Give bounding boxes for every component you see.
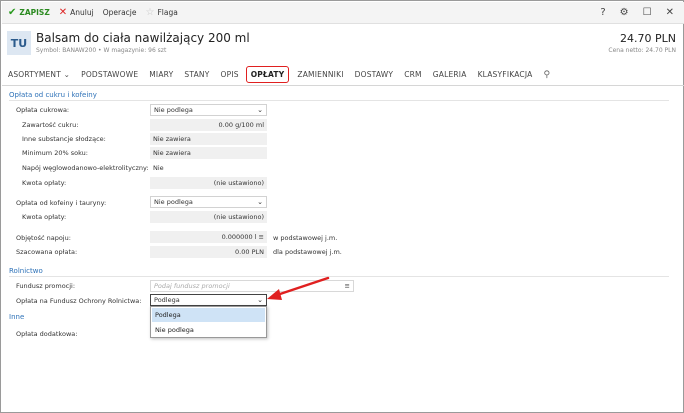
page-title: Balsam do ciała nawilżający 200 ml: [36, 31, 250, 45]
tab-miary[interactable]: MIARY: [149, 70, 173, 79]
fee-amount2-field[interactable]: (nie ustawiono): [150, 211, 267, 223]
fee-amount-field[interactable]: (nie ustawiono): [150, 177, 267, 189]
restore-icon[interactable]: ☐: [643, 7, 652, 18]
divider: [9, 100, 669, 101]
agri-fee-dropdown: Podlega Nie podlega: [150, 306, 267, 338]
cancel-label: Anuluj: [70, 8, 94, 17]
window-controls: ? ⚙ ☐ ✕: [600, 7, 674, 18]
save-button[interactable]: ✔ ZAPISZ: [8, 7, 50, 18]
red-arrow-annotation: [267, 276, 330, 300]
volume-unit: w podstawowej j.m.: [273, 234, 338, 242]
electrolyte-field[interactable]: Nie: [150, 162, 267, 174]
chevron-down-icon: ⌄: [257, 106, 263, 114]
window-frame: ✔ ZAPISZ ✕ Anuluj Operacje ☆ Flaga ? ⚙ ☐…: [0, 0, 684, 413]
promo-fund-label: Fundusz promocji:: [16, 282, 76, 290]
menu-icon[interactable]: ≡: [259, 233, 264, 241]
operations-label: Operacje: [102, 8, 137, 17]
price-net: Cena netto: 24.70 PLN: [608, 47, 676, 54]
section-sugar: Opłata od cukru i kofeiny: [9, 91, 97, 99]
chevron-down-icon: ⌄: [63, 70, 71, 79]
tab-asortyment[interactable]: ASORTYMENT ⌄: [8, 70, 70, 79]
sugar-content-field[interactable]: 0.00 g/100 ml: [150, 119, 267, 131]
close-icon[interactable]: ✕: [666, 7, 674, 18]
extra-fee-label: Opłata dodatkowa:: [16, 330, 78, 338]
dropdown-option-podlega[interactable]: Podlega: [152, 308, 265, 322]
section-other: Inne: [9, 313, 25, 321]
agri-fee-label: Opłata na Fundusz Ochrony Rolnictwa:: [16, 297, 142, 305]
estimated-fee-field[interactable]: 0.00 PLN: [150, 246, 267, 258]
save-label: ZAPISZ: [19, 8, 50, 17]
caffeine-fee-label: Opłata od kofeiny i tauryny:: [16, 199, 107, 207]
product-subtitle: Symbol: BANAW200 • W magazynie: 96 szt: [36, 47, 167, 54]
help-icon[interactable]: ?: [600, 7, 605, 18]
promo-fund-placeholder: Podaj fundusz promocji: [154, 282, 230, 290]
flag-label: Flaga: [157, 8, 178, 17]
flag-button[interactable]: ☆ Flaga: [146, 7, 178, 18]
section-agriculture: Rolnictwo: [9, 267, 43, 275]
tab-bar: ASORTYMENT ⌄ PODSTAWOWE MIARY STANY OPIS…: [2, 64, 684, 86]
operations-menu[interactable]: Operacje: [103, 8, 137, 17]
juice-label: Minimum 20% soku:: [22, 149, 88, 157]
electrolyte-label: Napój węglowodanowo-elektrolityczny:: [22, 164, 149, 172]
tab-dostawy[interactable]: DOSTAWY: [355, 70, 394, 79]
fee-amount-label: Kwota opłaty:: [22, 179, 67, 187]
tab-opis[interactable]: OPIS: [221, 70, 239, 79]
other-sweeteners-label: Inne substancje słodzące:: [22, 135, 106, 143]
toolbar: ✔ ZAPISZ ✕ Anuluj Operacje ☆ Flaga ? ⚙ ☐…: [2, 2, 684, 24]
dropdown-option-nie-podlega[interactable]: Nie podlega: [152, 323, 265, 337]
sugar-fee-label: Opłata cukrowa:: [16, 106, 70, 114]
star-icon: ☆: [145, 7, 155, 18]
avatar: TU: [7, 31, 31, 55]
volume-field[interactable]: 0.000000 l ≡: [150, 231, 267, 243]
tab-podstawowe[interactable]: PODSTAWOWE: [81, 70, 138, 79]
cancel-button[interactable]: ✕ Anuluj: [59, 7, 94, 18]
product-header: TU Balsam do ciała nawilżający 200 ml Sy…: [2, 25, 684, 63]
checkmark-icon: ✔: [8, 7, 17, 18]
estimated-unit: dla podstawowej j.m.: [273, 248, 342, 256]
caffeine-fee-select[interactable]: Nie podlega ⌄: [150, 196, 267, 208]
agri-fee-value: Podlega: [154, 296, 180, 304]
sugar-fee-value: Nie podlega: [154, 106, 193, 114]
menu-icon[interactable]: ≡: [345, 282, 350, 290]
divider: [9, 276, 669, 277]
chevron-down-icon: ⌄: [257, 198, 263, 206]
paperclip-icon[interactable]: ⚲: [543, 70, 550, 80]
estimated-fee-label: Szacowana opłata:: [16, 248, 78, 256]
price-gross: 24.70 PLN: [620, 32, 676, 45]
sugar-content-label: Zawartość cukru:: [22, 121, 79, 129]
caffeine-fee-value: Nie podlega: [154, 198, 193, 206]
close-x-icon: ✕: [58, 7, 68, 18]
tab-klasyfikacja[interactable]: KLASYFIKACJA: [478, 70, 533, 79]
sugar-fee-select[interactable]: Nie podlega ⌄: [150, 104, 267, 116]
agri-fee-select[interactable]: Podlega ⌄: [150, 294, 267, 306]
fees-panel: Opłata od cukru i kofeiny Opłata cukrowa…: [2, 87, 684, 413]
tab-stany[interactable]: STANY: [184, 70, 209, 79]
juice-field[interactable]: Nie zawiera: [150, 147, 267, 159]
tab-zamienniki[interactable]: ZAMIENNIKI: [297, 70, 343, 79]
tab-crm[interactable]: CRM: [404, 70, 422, 79]
tab-galeria[interactable]: GALERIA: [433, 70, 467, 79]
fee-amount2-label: Kwota opłaty:: [22, 213, 67, 221]
gear-icon[interactable]: ⚙: [620, 7, 629, 18]
volume-label: Objętość napoju:: [16, 234, 71, 242]
tab-oplaty[interactable]: OPŁATY: [245, 66, 290, 83]
volume-value: 0.000000 l: [221, 233, 257, 241]
other-sweeteners-field[interactable]: Nie zawiera: [150, 133, 267, 145]
